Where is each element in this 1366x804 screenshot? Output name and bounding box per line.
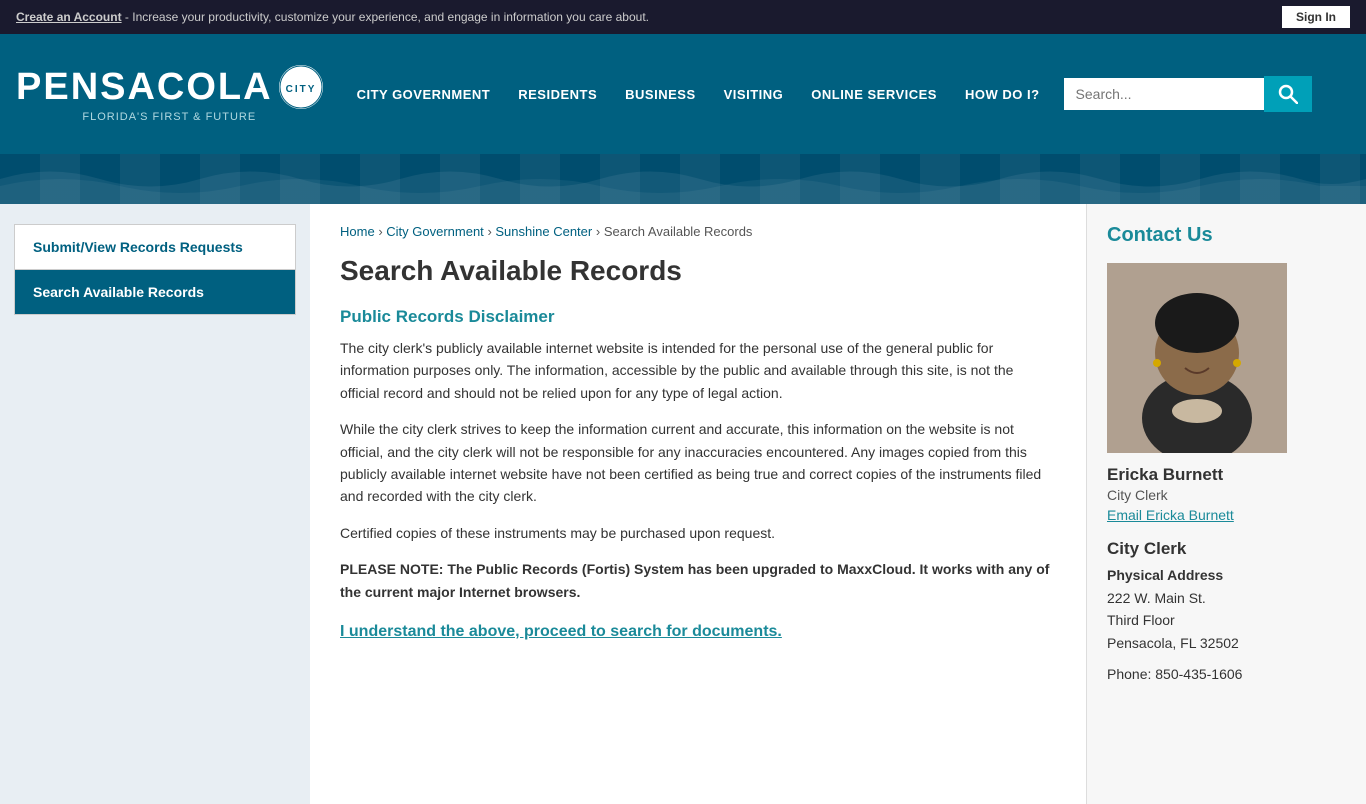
search-input[interactable] <box>1064 78 1264 110</box>
contact-address: 222 W. Main St. Third Floor Pensacola, F… <box>1107 587 1346 654</box>
contact-title: Contact Us <box>1107 224 1346 247</box>
nav-item-business[interactable]: BUSINESS <box>611 34 709 154</box>
contact-section-title: City Clerk <box>1107 539 1346 559</box>
main-nav: CITY GOVERNMENT RESIDENTS BUSINESS VISIT… <box>343 34 1350 154</box>
paragraph-3: Certified copies of these instruments ma… <box>340 522 1056 544</box>
main-content: Home › City Government › Sunshine Center… <box>310 204 1086 804</box>
top-bar-message: Create an Account - Increase your produc… <box>16 10 649 24</box>
city-seal: CITY <box>279 65 323 109</box>
contact-role: City Clerk <box>1107 487 1346 503</box>
breadcrumb: Home › City Government › Sunshine Center… <box>340 224 1056 239</box>
nav-link-visiting[interactable]: VISITING <box>710 34 798 154</box>
nav-item-online-services[interactable]: ONLINE SERVICES <box>797 34 951 154</box>
nav-item-residents[interactable]: RESIDENTS <box>504 34 611 154</box>
sign-in-button[interactable]: Sign In <box>1282 6 1350 28</box>
address-line2: Third Floor <box>1107 612 1175 628</box>
nav-item-how-do-i[interactable]: HOW DO I? <box>951 34 1054 154</box>
breadcrumb-current: Search Available Records <box>604 224 753 239</box>
header: PENSACOLA CITY FLORIDA'S FIRST & FUTURE … <box>0 34 1366 154</box>
contact-phone: Phone: 850-435-1606 <box>1107 666 1346 682</box>
nav-item-city-gov[interactable]: CITY GOVERNMENT <box>343 34 505 154</box>
create-account-link[interactable]: Create an Account <box>16 10 122 24</box>
breadcrumb-sep-3: › <box>596 224 604 239</box>
nav-link-residents[interactable]: RESIDENTS <box>504 34 611 154</box>
top-bar-text: - Increase your productivity, customize … <box>122 10 649 24</box>
address-line3: Pensacola, FL 32502 <box>1107 635 1239 651</box>
page-title: Search Available Records <box>340 255 1056 287</box>
address-line1: 222 W. Main St. <box>1107 590 1206 606</box>
sidebar-link-submit[interactable]: Submit/View Records Requests <box>15 225 295 269</box>
search-area <box>1064 76 1312 112</box>
proceed-link[interactable]: I understand the above, proceed to searc… <box>340 623 782 640</box>
search-icon <box>1278 84 1298 104</box>
nav-link-how-do-i[interactable]: HOW DO I? <box>951 34 1054 154</box>
sidebar-item-search[interactable]: Search Available Records <box>15 270 295 314</box>
wave-banner <box>0 154 1366 204</box>
sidebar-menu: Submit/View Records Requests Search Avai… <box>14 224 296 315</box>
breadcrumb-home[interactable]: Home <box>340 224 375 239</box>
right-panel: Contact Us Ericka Burnett City Cler <box>1086 204 1366 804</box>
top-bar: Create an Account - Increase your produc… <box>0 0 1366 34</box>
city-name: PENSACOLA <box>16 68 273 106</box>
breadcrumb-city-gov[interactable]: City Government <box>386 224 484 239</box>
nav-link-city-gov[interactable]: CITY GOVERNMENT <box>343 34 505 154</box>
content-wrapper: Submit/View Records Requests Search Avai… <box>0 204 1366 804</box>
search-button[interactable] <box>1264 76 1312 112</box>
nav-items: CITY GOVERNMENT RESIDENTS BUSINESS VISIT… <box>343 34 1054 154</box>
sidebar-item-submit[interactable]: Submit/View Records Requests <box>15 225 295 270</box>
paragraph-1: The city clerk's publicly available inte… <box>340 337 1056 404</box>
sidebar: Submit/View Records Requests Search Avai… <box>0 204 310 804</box>
paragraph-2: While the city clerk strives to keep the… <box>340 418 1056 508</box>
sidebar-link-search[interactable]: Search Available Records <box>15 270 295 314</box>
logo-subtitle: FLORIDA'S FIRST & FUTURE <box>82 111 256 123</box>
contact-email-link[interactable]: Email Ericka Burnett <box>1107 507 1346 523</box>
contact-address-title: Physical Address <box>1107 567 1346 583</box>
nav-item-visiting[interactable]: VISITING <box>710 34 798 154</box>
nav-link-business[interactable]: BUSINESS <box>611 34 709 154</box>
breadcrumb-sunshine[interactable]: Sunshine Center <box>495 224 592 239</box>
contact-photo <box>1107 263 1287 453</box>
logo-text: PENSACOLA CITY <box>16 65 323 109</box>
logo-area: PENSACOLA CITY FLORIDA'S FIRST & FUTURE <box>16 65 323 123</box>
svg-text:CITY: CITY <box>285 84 316 95</box>
nav-link-online-services[interactable]: ONLINE SERVICES <box>797 34 951 154</box>
disclaimer-title: Public Records Disclaimer <box>340 307 1056 327</box>
contact-name: Ericka Burnett <box>1107 465 1346 485</box>
note-text: PLEASE NOTE: The Public Records (Fortis)… <box>340 558 1056 603</box>
